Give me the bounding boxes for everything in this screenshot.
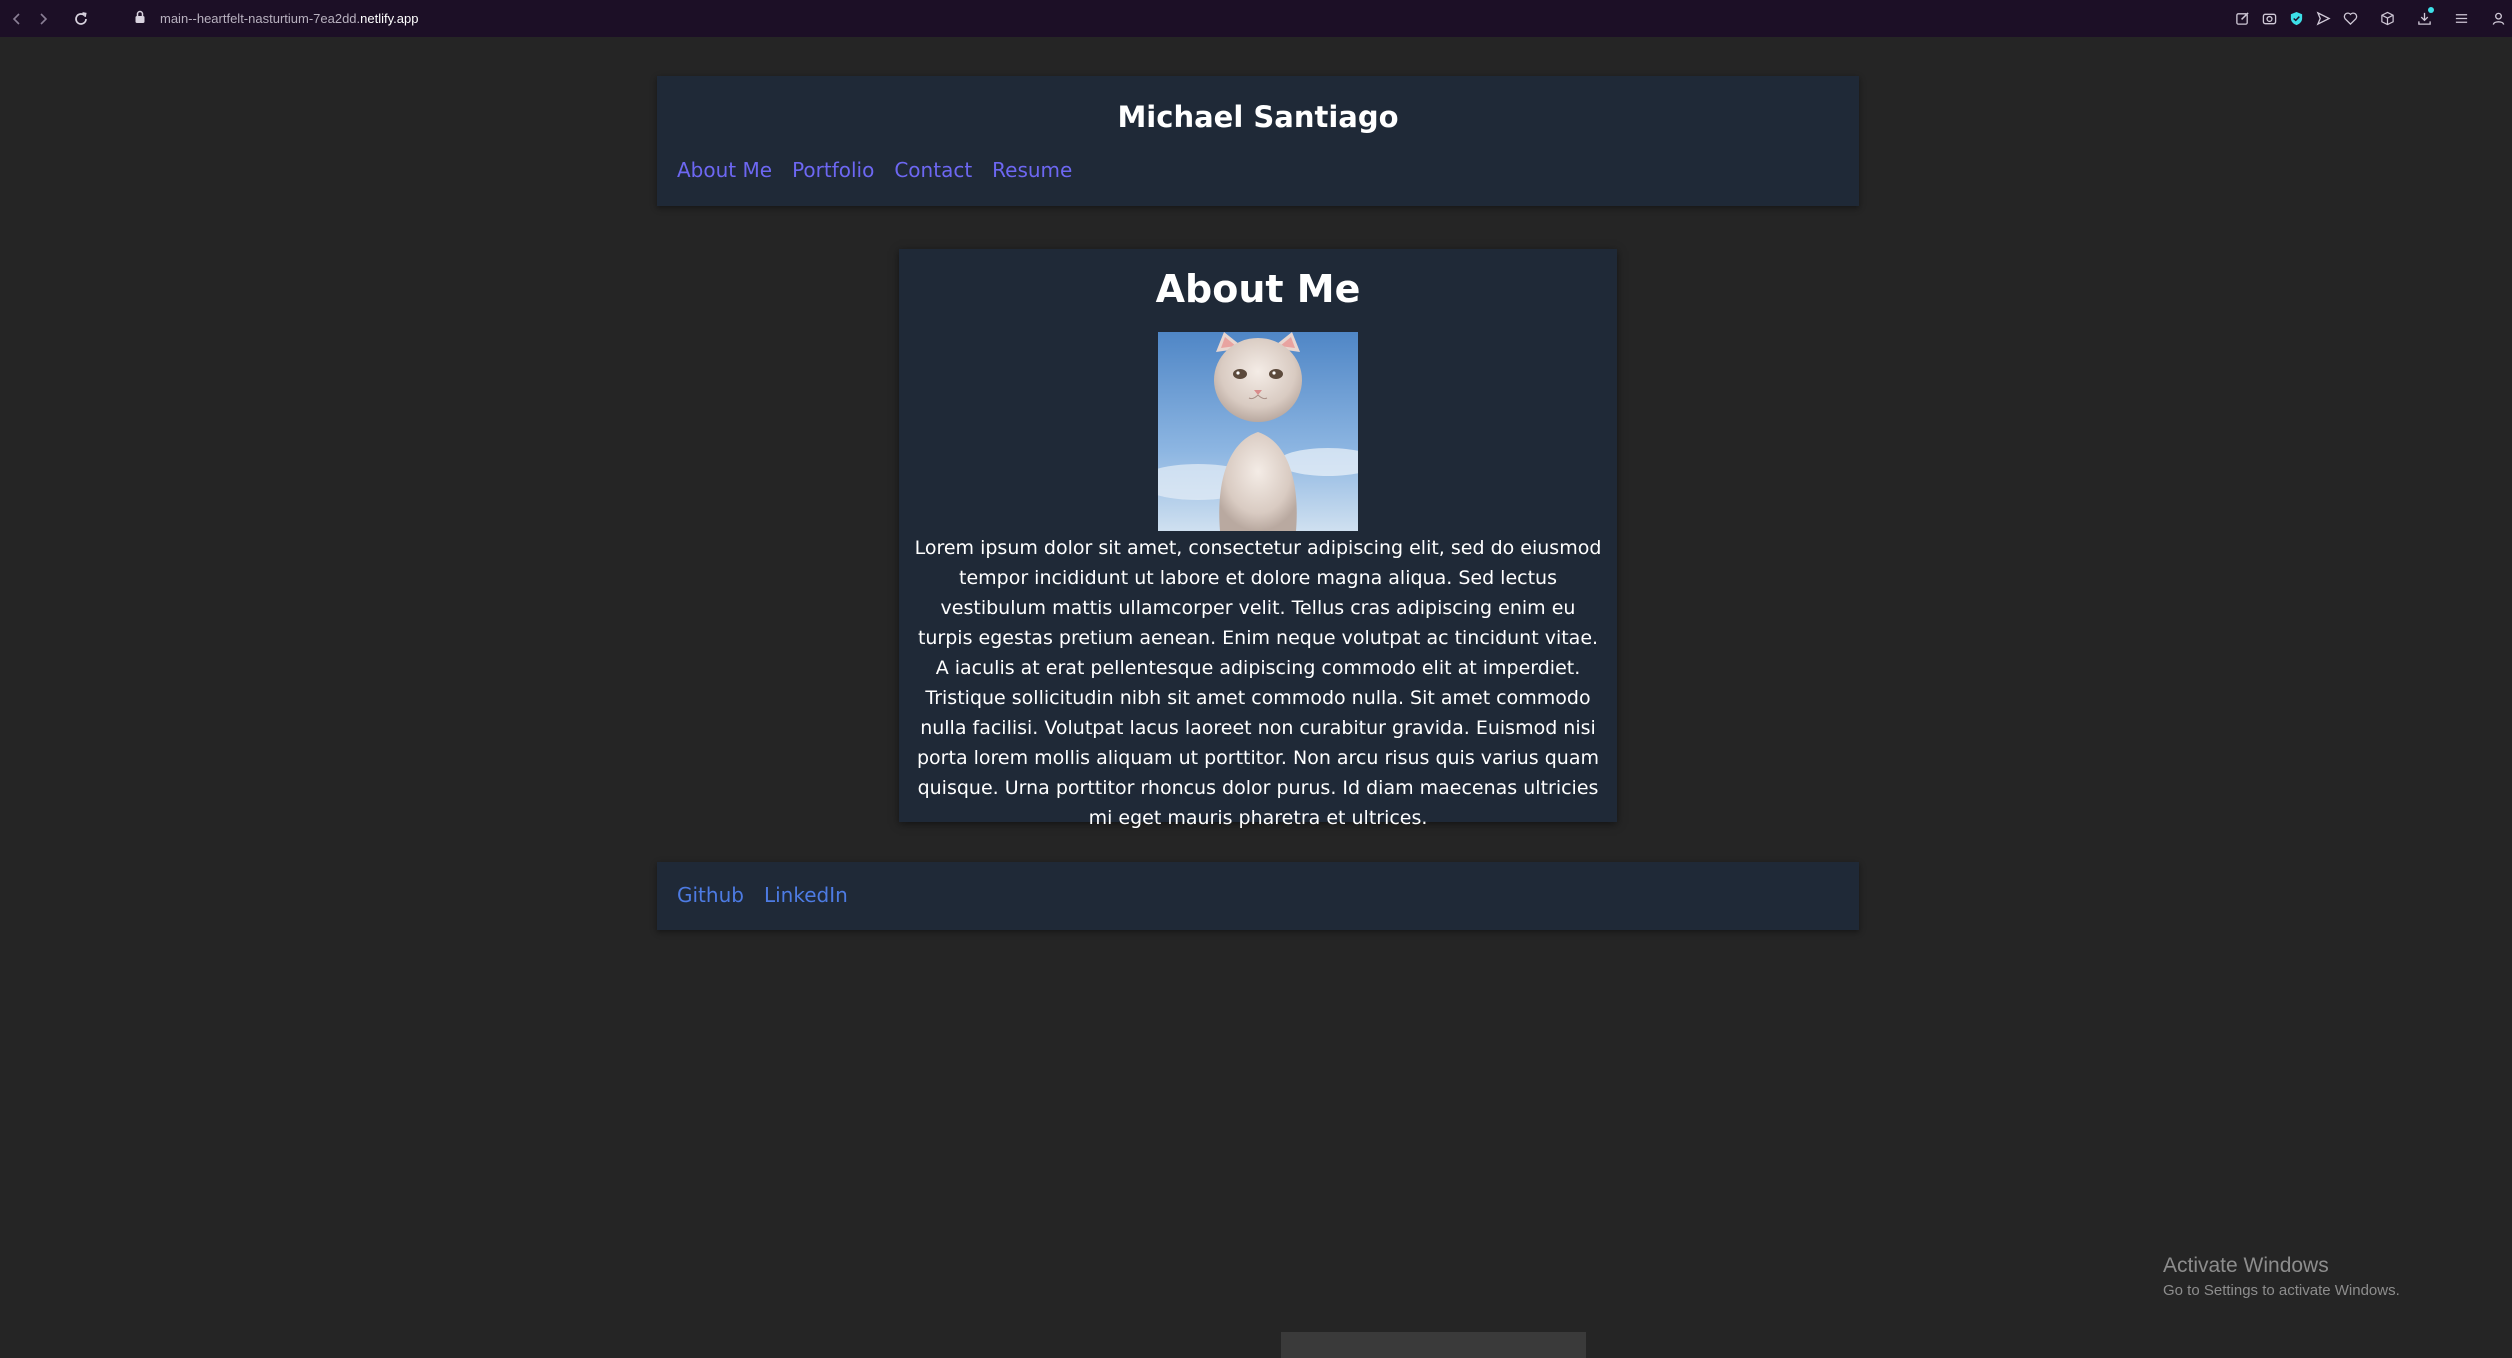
forward-icon[interactable]	[30, 6, 56, 32]
user-icon[interactable]	[2490, 11, 2506, 27]
site-title: Michael Santiago	[1117, 100, 1399, 134]
site-header: Michael Santiago About Me Portfolio Cont…	[657, 76, 1859, 206]
browser-toolbar: main--heartfelt-nasturtium-7ea2dd.netlif…	[0, 0, 2512, 37]
about-section: About Me Lorem ipsum dolor sit amet, con…	[899, 249, 1617, 829]
about-heading: About Me	[1155, 267, 1361, 311]
about-text: Lorem ipsum dolor sit amet, consectetur …	[914, 537, 1602, 829]
footer-links: Github LinkedIn	[677, 883, 848, 907]
bottom-popup-edge	[1281, 1332, 1586, 1358]
github-link[interactable]: Github	[677, 883, 744, 907]
profile-photo	[1158, 332, 1358, 531]
activate-windows-title: Activate Windows	[2163, 1254, 2329, 1277]
reload-icon[interactable]	[68, 6, 94, 32]
nav-link-portfolio[interactable]: Portfolio	[792, 158, 874, 182]
linkedin-link[interactable]: LinkedIn	[764, 883, 848, 907]
url-path: main--heartfelt-nasturtium-7ea2dd.	[160, 11, 361, 26]
activate-windows-subtitle: Go to Settings to activate Windows.	[2163, 1282, 2400, 1299]
nav-link-contact[interactable]: Contact	[894, 158, 972, 182]
box-icon[interactable]	[2379, 11, 2395, 27]
edit-icon[interactable]	[2234, 11, 2250, 27]
extension-icons	[2234, 0, 2506, 37]
site-footer: Github LinkedIn	[657, 862, 1859, 930]
menu-icon[interactable]	[2453, 11, 2469, 27]
nav-link-resume[interactable]: Resume	[992, 158, 1072, 182]
lock-icon	[134, 9, 146, 28]
back-icon[interactable]	[4, 6, 30, 32]
download-icon[interactable]	[2416, 6, 2434, 27]
camera-icon[interactable]	[2261, 11, 2277, 27]
shield-icon[interactable]	[2288, 11, 2304, 27]
download-indicator	[2428, 6, 2434, 13]
heart-icon[interactable]	[2342, 11, 2358, 27]
nav-link-about-me[interactable]: About Me	[677, 158, 772, 182]
activate-windows-watermark: Activate Windows Go to Settings to activ…	[2163, 1253, 2400, 1301]
url-host: netlify.app	[360, 11, 419, 26]
main-nav: About Me Portfolio Contact Resume	[677, 158, 1072, 182]
send-icon[interactable]	[2315, 11, 2331, 27]
address-bar[interactable]: main--heartfelt-nasturtium-7ea2dd.netlif…	[160, 11, 418, 26]
